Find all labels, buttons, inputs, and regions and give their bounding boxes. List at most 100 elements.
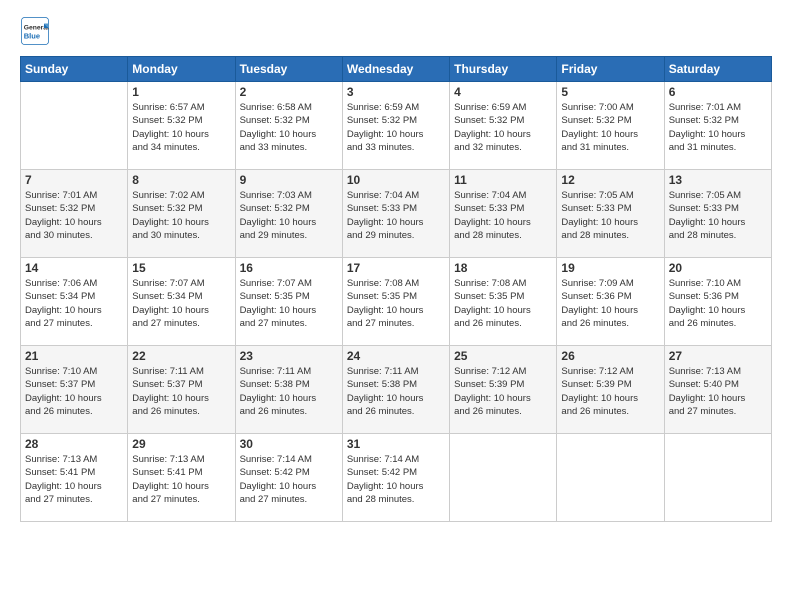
calendar-table: SundayMondayTuesdayWednesdayThursdayFrid…: [20, 56, 772, 522]
day-number: 8: [132, 173, 230, 187]
day-info: Sunrise: 7:14 AM Sunset: 5:42 PM Dayligh…: [347, 453, 445, 506]
calendar-cell: 16 Sunrise: 7:07 AM Sunset: 5:35 PM Dayli…: [235, 258, 342, 346]
calendar-cell: 28Sunrise: 7:13 AM Sunset: 5:41 PM Dayli…: [21, 434, 128, 522]
calendar-header-tuesday: Tuesday: [235, 57, 342, 82]
calendar-week-5: 28Sunrise: 7:13 AM Sunset: 5:41 PM Dayli…: [21, 434, 772, 522]
day-info: Sunrise: 7:14 AM Sunset: 5:42 PM Dayligh…: [240, 453, 338, 506]
calendar-cell: 21Sunrise: 7:10 AM Sunset: 5:37 PM Dayli…: [21, 346, 128, 434]
day-info: Sunrise: 7:13 AM Sunset: 5:41 PM Dayligh…: [25, 453, 123, 506]
day-number: 26: [561, 349, 659, 363]
page: General Blue SundayMondayTuesdayWednesda…: [0, 0, 792, 612]
day-info: Sunrise: 7:10 AM Sunset: 5:36 PM Dayligh…: [669, 277, 767, 330]
day-number: 12: [561, 173, 659, 187]
day-info: Sunrise: 7:09 AM Sunset: 5:36 PM Dayligh…: [561, 277, 659, 330]
calendar-cell: 10 Sunrise: 7:04 AM Sunset: 5:33 PM Dayli…: [342, 170, 449, 258]
calendar-cell: 8 Sunrise: 7:02 AM Sunset: 5:32 PM Daylig…: [128, 170, 235, 258]
calendar-header-monday: Monday: [128, 57, 235, 82]
calendar-header-row: SundayMondayTuesdayWednesdayThursdayFrid…: [21, 57, 772, 82]
svg-text:Blue: Blue: [24, 32, 40, 41]
day-info: Sunrise: 7:03 AM Sunset: 5:32 PM Dayligh…: [240, 189, 338, 242]
calendar-week-1: 1 Sunrise: 6:57 AM Sunset: 5:32 PM Daylig…: [21, 82, 772, 170]
day-number: 5: [561, 85, 659, 99]
day-number: 1: [132, 85, 230, 99]
calendar-cell: 1 Sunrise: 6:57 AM Sunset: 5:32 PM Daylig…: [128, 82, 235, 170]
calendar-cell: 31 Sunrise: 7:14 AM Sunset: 5:42 PM Dayli…: [342, 434, 449, 522]
calendar-header-sunday: Sunday: [21, 57, 128, 82]
calendar-cell: 14 Sunrise: 7:06 AM Sunset: 5:34 PM Dayli…: [21, 258, 128, 346]
calendar-cell: 13Sunrise: 7:05 AM Sunset: 5:33 PM Dayli…: [664, 170, 771, 258]
calendar-cell: 11 Sunrise: 7:04 AM Sunset: 5:33 PM Dayli…: [450, 170, 557, 258]
day-number: 22: [132, 349, 230, 363]
day-info: Sunrise: 7:08 AM Sunset: 5:35 PM Dayligh…: [454, 277, 552, 330]
calendar-cell: [664, 434, 771, 522]
calendar-cell: 2Sunrise: 6:58 AM Sunset: 5:32 PM Daylig…: [235, 82, 342, 170]
day-number: 23: [240, 349, 338, 363]
day-info: Sunrise: 7:13 AM Sunset: 5:41 PM Dayligh…: [132, 453, 230, 506]
calendar-header-friday: Friday: [557, 57, 664, 82]
day-info: Sunrise: 7:10 AM Sunset: 5:37 PM Dayligh…: [25, 365, 123, 418]
day-number: 13: [669, 173, 767, 187]
day-number: 6: [669, 85, 767, 99]
calendar-cell: 17 Sunrise: 7:08 AM Sunset: 5:35 PM Dayli…: [342, 258, 449, 346]
calendar-cell: 7 Sunrise: 7:01 AM Sunset: 5:32 PM Daylig…: [21, 170, 128, 258]
calendar-cell: [557, 434, 664, 522]
header: General Blue: [20, 16, 772, 46]
calendar-cell: 26 Sunrise: 7:12 AM Sunset: 5:39 PM Dayli…: [557, 346, 664, 434]
calendar-cell: 3Sunrise: 6:59 AM Sunset: 5:32 PM Daylig…: [342, 82, 449, 170]
day-number: 10: [347, 173, 445, 187]
day-info: Sunrise: 7:12 AM Sunset: 5:39 PM Dayligh…: [561, 365, 659, 418]
day-number: 7: [25, 173, 123, 187]
day-info: Sunrise: 6:58 AM Sunset: 5:32 PM Dayligh…: [240, 101, 338, 154]
day-info: Sunrise: 7:08 AM Sunset: 5:35 PM Dayligh…: [347, 277, 445, 330]
logo: General Blue: [20, 16, 52, 46]
day-info: Sunrise: 7:01 AM Sunset: 5:32 PM Dayligh…: [669, 101, 767, 154]
logo-icon: General Blue: [20, 16, 50, 46]
day-number: 30: [240, 437, 338, 451]
day-number: 25: [454, 349, 552, 363]
calendar-cell: 22 Sunrise: 7:11 AM Sunset: 5:37 PM Dayli…: [128, 346, 235, 434]
calendar-cell: 19 Sunrise: 7:09 AM Sunset: 5:36 PM Dayli…: [557, 258, 664, 346]
day-info: Sunrise: 7:02 AM Sunset: 5:32 PM Dayligh…: [132, 189, 230, 242]
day-info: Sunrise: 7:06 AM Sunset: 5:34 PM Dayligh…: [25, 277, 123, 330]
calendar-cell: 5 Sunrise: 7:00 AM Sunset: 5:32 PM Daylig…: [557, 82, 664, 170]
calendar-cell: 25 Sunrise: 7:12 AM Sunset: 5:39 PM Dayli…: [450, 346, 557, 434]
day-info: Sunrise: 7:07 AM Sunset: 5:34 PM Dayligh…: [132, 277, 230, 330]
day-number: 19: [561, 261, 659, 275]
calendar-week-4: 21Sunrise: 7:10 AM Sunset: 5:37 PM Dayli…: [21, 346, 772, 434]
calendar-cell: 4Sunrise: 6:59 AM Sunset: 5:32 PM Daylig…: [450, 82, 557, 170]
calendar-cell: 15 Sunrise: 7:07 AM Sunset: 5:34 PM Dayli…: [128, 258, 235, 346]
calendar-cell: 29 Sunrise: 7:13 AM Sunset: 5:41 PM Dayli…: [128, 434, 235, 522]
day-info: Sunrise: 7:12 AM Sunset: 5:39 PM Dayligh…: [454, 365, 552, 418]
day-info: Sunrise: 7:11 AM Sunset: 5:37 PM Dayligh…: [132, 365, 230, 418]
day-info: Sunrise: 7:13 AM Sunset: 5:40 PM Dayligh…: [669, 365, 767, 418]
day-info: Sunrise: 7:04 AM Sunset: 5:33 PM Dayligh…: [347, 189, 445, 242]
day-number: 3: [347, 85, 445, 99]
day-number: 14: [25, 261, 123, 275]
calendar-cell: 12 Sunrise: 7:05 AM Sunset: 5:33 PM Dayli…: [557, 170, 664, 258]
day-number: 16: [240, 261, 338, 275]
day-number: 24: [347, 349, 445, 363]
day-info: Sunrise: 7:01 AM Sunset: 5:32 PM Dayligh…: [25, 189, 123, 242]
day-number: 20: [669, 261, 767, 275]
day-number: 17: [347, 261, 445, 275]
calendar-cell: 9Sunrise: 7:03 AM Sunset: 5:32 PM Daylig…: [235, 170, 342, 258]
calendar-cell: 27 Sunrise: 7:13 AM Sunset: 5:40 PM Dayli…: [664, 346, 771, 434]
day-number: 27: [669, 349, 767, 363]
day-info: Sunrise: 7:11 AM Sunset: 5:38 PM Dayligh…: [240, 365, 338, 418]
day-info: Sunrise: 7:04 AM Sunset: 5:33 PM Dayligh…: [454, 189, 552, 242]
day-info: Sunrise: 6:57 AM Sunset: 5:32 PM Dayligh…: [132, 101, 230, 154]
calendar-body: 1 Sunrise: 6:57 AM Sunset: 5:32 PM Daylig…: [21, 82, 772, 522]
calendar-week-2: 7 Sunrise: 7:01 AM Sunset: 5:32 PM Daylig…: [21, 170, 772, 258]
calendar-cell: 23 Sunrise: 7:11 AM Sunset: 5:38 PM Dayli…: [235, 346, 342, 434]
day-number: 11: [454, 173, 552, 187]
day-info: Sunrise: 7:11 AM Sunset: 5:38 PM Dayligh…: [347, 365, 445, 418]
day-info: Sunrise: 7:00 AM Sunset: 5:32 PM Dayligh…: [561, 101, 659, 154]
day-info: Sunrise: 7:05 AM Sunset: 5:33 PM Dayligh…: [561, 189, 659, 242]
calendar-cell: 24 Sunrise: 7:11 AM Sunset: 5:38 PM Dayli…: [342, 346, 449, 434]
day-info: Sunrise: 7:07 AM Sunset: 5:35 PM Dayligh…: [240, 277, 338, 330]
day-number: 31: [347, 437, 445, 451]
day-number: 29: [132, 437, 230, 451]
calendar-cell: 30 Sunrise: 7:14 AM Sunset: 5:42 PM Dayli…: [235, 434, 342, 522]
calendar-cell: [21, 82, 128, 170]
day-number: 15: [132, 261, 230, 275]
